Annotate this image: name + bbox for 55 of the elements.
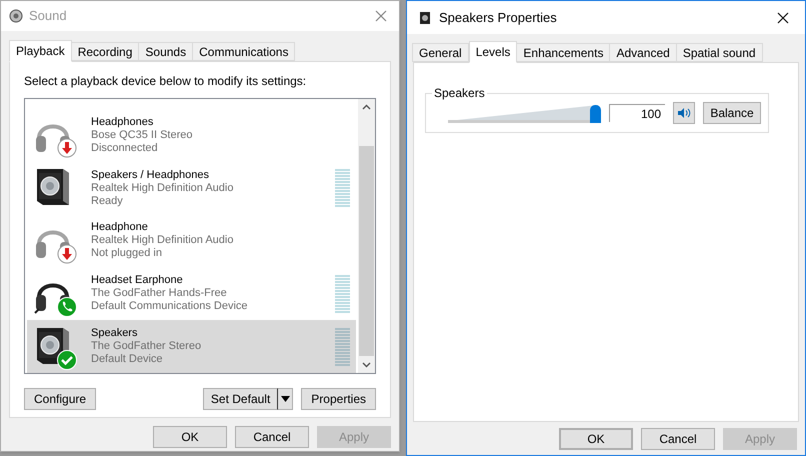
device-item[interactable]: Speakers The GodFather Stereo Default Device	[27, 320, 356, 373]
tab[interactable]: Playback	[9, 40, 72, 62]
device-name: Headset Earphone	[91, 274, 184, 288]
device-item[interactable]: Speakers / Headphones Realtek High Definition Audio Ready	[27, 162, 356, 215]
tab[interactable]: General	[412, 43, 469, 62]
device-name: Headphones	[91, 116, 154, 129]
device-name: Speakers	[91, 327, 138, 340]
dropdown-button[interactable]	[278, 388, 294, 410]
volume-icon	[677, 107, 691, 119]
window-title: Speakers Properties	[439, 8, 557, 27]
device-item[interactable]: Headphones Bose QC35 II Stereo Disconnected	[27, 109, 356, 162]
cancel-button[interactable]: Cancel	[641, 428, 715, 450]
device-driver: The GodFather Hands-Free	[91, 287, 228, 300]
device-status: Default Communications Device	[91, 300, 249, 314]
tab[interactable]: Communications	[192, 42, 296, 61]
device-item[interactable]: Headphone Realtek High Definition Audio Not plugged in	[27, 214, 356, 268]
close-icon[interactable]	[777, 12, 789, 24]
device-driver: Realtek High Definition Audio	[91, 234, 234, 248]
caret-icon	[280, 396, 290, 402]
device-status: Not plugged in	[91, 247, 163, 260]
ok-button[interactable]: OK	[559, 428, 633, 450]
configure-button[interactable]: Configure	[24, 388, 96, 410]
tab[interactable]: Spatial sound	[676, 43, 763, 62]
device-name: Headphone	[91, 221, 149, 234]
scrollbar[interactable]	[358, 99, 375, 373]
cancel-button[interactable]: Cancel	[235, 426, 309, 448]
tab[interactable]: Advanced	[609, 43, 677, 62]
tab[interactable]: Recording	[70, 42, 140, 61]
device-item[interactable]: Headset Earphone The GodFather Hands-Free Default Communications Device	[27, 267, 356, 320]
disconnected-badge-icon	[57, 244, 77, 264]
properties-button[interactable]: Properties	[301, 388, 376, 410]
tab[interactable]: Sounds	[138, 42, 194, 61]
device-driver: Realtek High Definition Audio	[91, 182, 234, 195]
device-status: Default Device	[91, 353, 164, 366]
balance-button[interactable]: Balance	[703, 102, 761, 124]
group-label: Speakers	[432, 86, 487, 100]
window-title: Sound	[29, 7, 67, 26]
device-driver: Bose QC35 II Stereo	[91, 128, 194, 142]
tab[interactable]: Levels	[468, 41, 518, 63]
device-driver: The GodFather Stereo	[91, 340, 202, 354]
device-status: Ready	[91, 194, 124, 208]
device-name: Speakers / Headphones	[91, 168, 210, 182]
phone-badge-icon	[57, 296, 77, 317]
tab[interactable]: Enhancements	[516, 43, 610, 62]
speaker-app-icon	[419, 10, 431, 24]
disconnected-badge-icon	[57, 138, 77, 158]
mute-button[interactable]	[673, 102, 695, 124]
slider-thumb[interactable]	[590, 105, 601, 123]
ok-button[interactable]: OK	[153, 426, 227, 448]
check-badge-icon	[57, 350, 77, 370]
speaker-app-icon	[9, 9, 23, 23]
volume-input[interactable]: 100	[609, 104, 665, 122]
device-status: Disconnected	[91, 142, 159, 155]
instruction-text: Select a playback device below to modify its settings:	[24, 73, 308, 90]
set-default-button[interactable]: Set Default	[202, 388, 278, 410]
